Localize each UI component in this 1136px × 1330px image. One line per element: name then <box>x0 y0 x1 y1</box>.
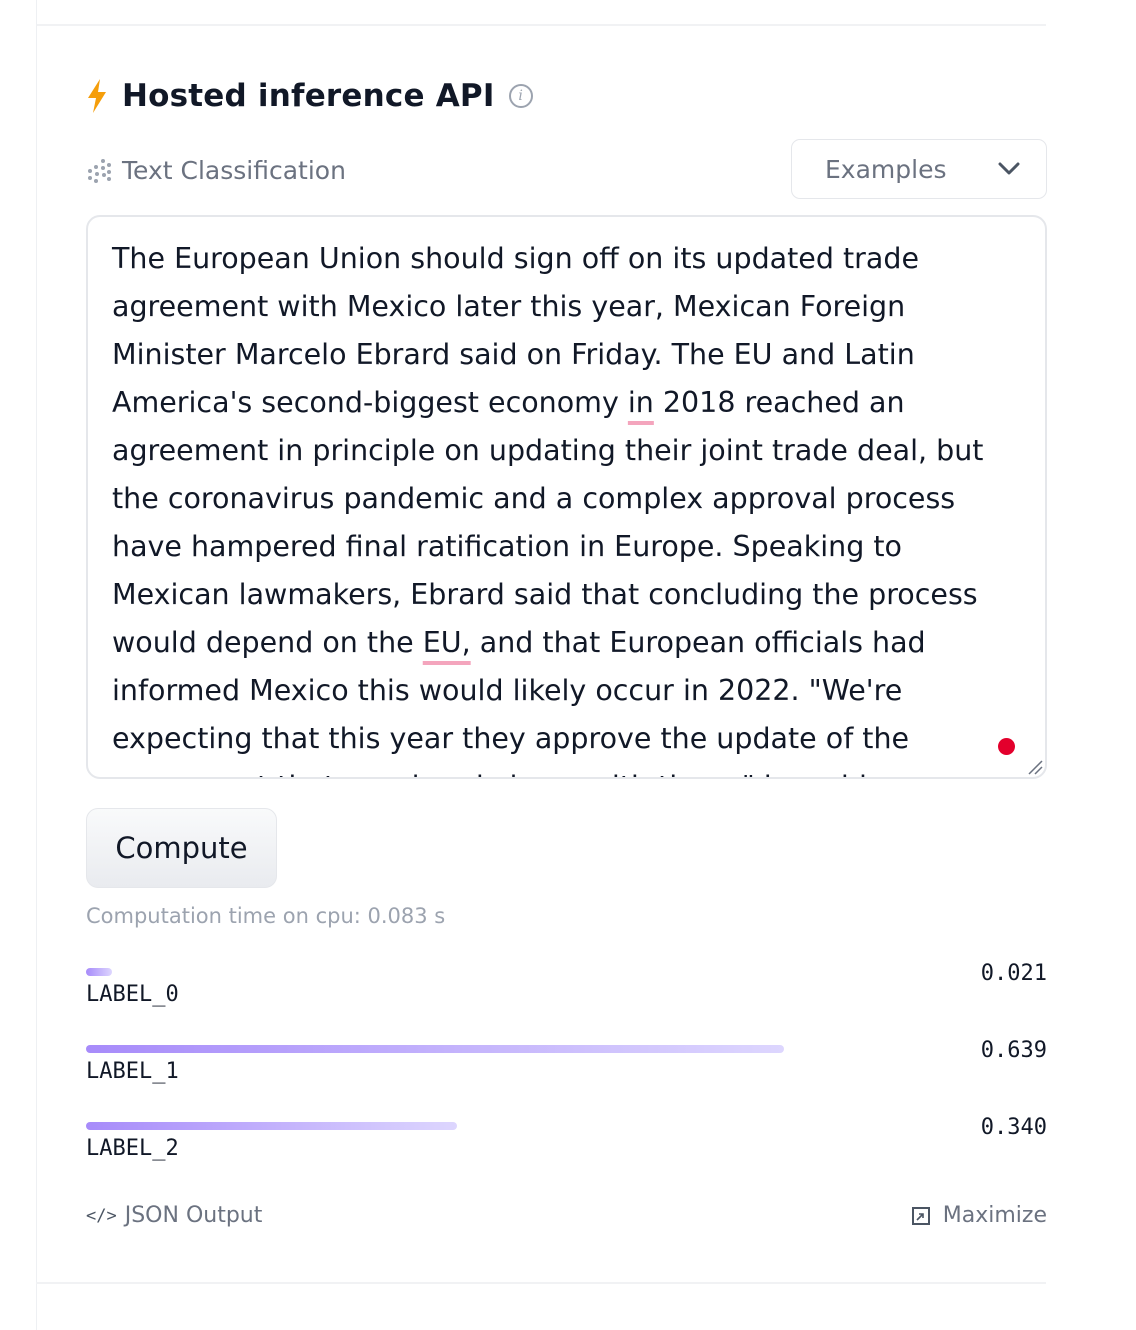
result-score: 0.340 <box>980 1115 1047 1140</box>
code-icon: </> <box>86 1205 117 1226</box>
resize-handle-icon[interactable] <box>1026 758 1044 776</box>
chevron-down-icon <box>998 162 1020 175</box>
task-label: Text Classification <box>122 155 346 185</box>
text-classification-icon <box>88 159 111 183</box>
result-row: LABEL_0 0.021 <box>86 961 1047 1028</box>
score-bar-track <box>86 1045 939 1053</box>
task-type: Text Classification <box>86 150 346 190</box>
widget-header: Hosted inference API i <box>86 74 533 118</box>
score-bar <box>86 1045 784 1053</box>
spellcheck-word: in <box>627 386 654 419</box>
computation-time: Computation time on cpu: 0.083 s <box>86 904 446 928</box>
maximize-button[interactable]: Maximize <box>911 1203 1047 1228</box>
lightning-icon <box>88 79 106 113</box>
compute-button[interactable]: Compute <box>86 808 277 888</box>
score-bar-track <box>86 1122 939 1130</box>
result-row: LABEL_2 0.340 <box>86 1115 1047 1182</box>
score-bar <box>86 1122 457 1130</box>
result-row: LABEL_1 0.639 <box>86 1038 1047 1105</box>
score-bar <box>86 968 112 976</box>
result-label: LABEL_2 <box>86 1136 179 1161</box>
result-label: LABEL_1 <box>86 1059 179 1084</box>
json-output-button[interactable]: </> JSON Output <box>86 1203 262 1228</box>
result-label: LABEL_0 <box>86 982 179 1007</box>
bottom-divider <box>36 1282 1046 1284</box>
spellcheck-word: EU, <box>422 626 471 659</box>
maximize-icon <box>911 1206 930 1225</box>
result-score: 0.021 <box>980 961 1047 986</box>
widget-title: Hosted inference API <box>122 78 495 114</box>
score-bar-track <box>86 968 939 976</box>
json-output-label: JSON Output <box>124 1203 263 1228</box>
examples-dropdown[interactable]: Examples <box>791 139 1047 199</box>
record-indicator-icon <box>998 738 1015 755</box>
maximize-label: Maximize <box>942 1203 1047 1228</box>
result-score: 0.639 <box>980 1038 1047 1063</box>
input-textarea[interactable]: The European Union should sign off on it… <box>86 215 1047 779</box>
input-text-part: 2018 reached an agreement in principle o… <box>112 386 993 659</box>
info-icon[interactable]: i <box>508 84 533 108</box>
examples-label: Examples <box>825 154 947 184</box>
